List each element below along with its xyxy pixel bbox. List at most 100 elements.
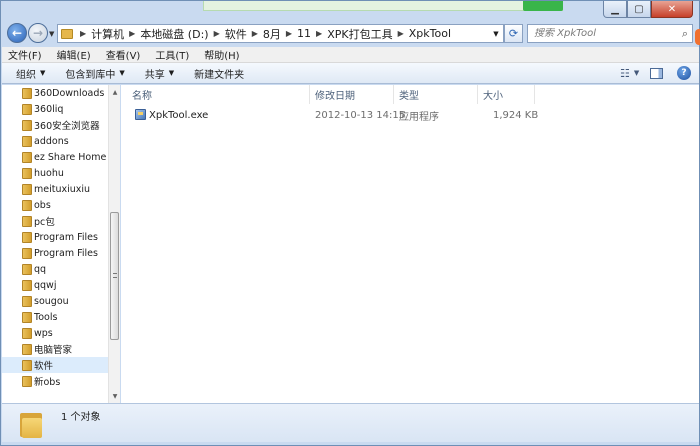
- maximize-button[interactable]: ▢: [627, 1, 651, 18]
- change-view-button[interactable]: ☷ ▼: [620, 66, 646, 80]
- tree-item[interactable]: sougou: [2, 293, 108, 309]
- search-input[interactable]: [534, 28, 674, 39]
- folder-icon: [22, 232, 32, 243]
- tree-item[interactable]: 360Downloads: [2, 85, 108, 101]
- folder-icon: [20, 410, 42, 438]
- chevron-right-icon[interactable]: ▶: [252, 29, 258, 38]
- menu-help[interactable]: 帮助(H): [204, 47, 239, 62]
- background-green-button: [523, 1, 563, 11]
- folder-icon: [22, 168, 32, 179]
- toolbar-right: ☷ ▼ ?: [620, 66, 691, 80]
- folder-icon: [22, 360, 32, 371]
- minimize-button[interactable]: ▁: [603, 1, 627, 18]
- tree-item[interactable]: meituxiuxiu: [2, 181, 108, 197]
- tree-item[interactable]: 新obs: [2, 373, 108, 389]
- tree-item[interactable]: pc包: [2, 213, 108, 229]
- nav-pane-scrollbar[interactable]: ▲ ▼: [108, 85, 120, 403]
- folder-icon: [22, 152, 32, 163]
- menu-file[interactable]: 文件(F): [8, 47, 42, 62]
- details-pane: 1 个对象: [2, 403, 699, 442]
- address-dropdown-icon[interactable]: ▼: [489, 25, 503, 42]
- tree-item-label: pc包: [34, 217, 55, 228]
- tree-item[interactable]: 软件: [2, 357, 108, 373]
- breadcrumb-software[interactable]: 软件: [225, 26, 247, 42]
- tree-item-label: 软件: [34, 361, 54, 372]
- tree-item[interactable]: obs: [2, 197, 108, 213]
- scroll-up-icon[interactable]: ▲: [109, 85, 120, 99]
- breadcrumb-drive-d[interactable]: 本地磁盘 (D:): [140, 26, 208, 42]
- menu-tools[interactable]: 工具(T): [155, 47, 189, 62]
- view-list-icon: ☷: [620, 66, 630, 80]
- refresh-button[interactable]: ⟳: [504, 24, 523, 43]
- folder-icon: [22, 264, 32, 275]
- new-folder-button[interactable]: 新建文件夹: [194, 66, 244, 81]
- forward-button[interactable]: →: [28, 23, 48, 43]
- scroll-down-icon[interactable]: ▼: [109, 389, 120, 403]
- scrollbar-thumb[interactable]: [110, 212, 119, 340]
- tree-item[interactable]: qqwj: [2, 277, 108, 293]
- tree-item-label: ez Share Home: [34, 151, 107, 163]
- file-name[interactable]: XpkTool.exe: [149, 107, 208, 124]
- table-row[interactable]: XpkTool.exe 2012-10-13 14:15 应用程序 1,924 …: [121, 107, 699, 124]
- tree-item[interactable]: 电脑管家: [2, 341, 108, 357]
- address-bar[interactable]: ▶ 计算机 ▶ 本地磁盘 (D:) ▶ 软件 ▶ 8月 ▶ 11 ▶ XPK打包…: [57, 24, 504, 43]
- tree-item-label: Tools: [34, 311, 58, 323]
- tree-item[interactable]: addons: [2, 133, 108, 149]
- folder-icon: [22, 184, 32, 195]
- chevron-right-icon[interactable]: ▶: [286, 29, 292, 38]
- tree-item-label: wps: [34, 327, 53, 339]
- tree-item[interactable]: huohu: [2, 165, 108, 181]
- navigation-row: ← → ▼ ▶ 计算机 ▶ 本地磁盘 (D:) ▶ 软件 ▶ 8月 ▶ 11 ▶…: [1, 21, 699, 45]
- include-in-library-button[interactable]: 包含到库中 ▼: [65, 66, 124, 81]
- include-library-label: 包含到库中: [65, 69, 116, 81]
- organize-button[interactable]: 组织 ▼: [16, 66, 45, 81]
- tree-item-label: 360安全浏览器: [34, 121, 100, 132]
- search-box[interactable]: ⌕: [527, 24, 693, 43]
- search-icon[interactable]: ⌕: [682, 27, 688, 41]
- recent-pages-dropdown-icon[interactable]: ▼: [49, 30, 54, 38]
- tree-item-label: meituxiuxiu: [34, 183, 91, 195]
- chevron-right-icon[interactable]: ▶: [129, 29, 135, 38]
- tree-item[interactable]: Program Files: [2, 229, 108, 245]
- column-header-size[interactable]: 大小: [478, 85, 535, 104]
- close-button[interactable]: ✕: [651, 1, 693, 18]
- preview-pane-icon[interactable]: [650, 67, 663, 79]
- back-button[interactable]: ←: [7, 23, 27, 43]
- chevron-right-icon[interactable]: ▶: [214, 29, 220, 38]
- breadcrumb-august[interactable]: 8月: [263, 26, 281, 42]
- tree-item[interactable]: Program Files: [2, 245, 108, 261]
- tree-item[interactable]: qq: [2, 261, 108, 277]
- tree-item[interactable]: 360liq: [2, 101, 108, 117]
- tree-item-label: 360liq: [34, 103, 64, 115]
- folder-icon: [22, 120, 32, 131]
- column-header-modified[interactable]: 修改日期: [310, 85, 394, 104]
- share-button[interactable]: 共享 ▼: [145, 66, 174, 81]
- chevron-down-icon: ▼: [633, 69, 640, 77]
- tree-item[interactable]: Tools: [2, 309, 108, 325]
- tree-item-label: huohu: [34, 167, 64, 179]
- menu-view[interactable]: 查看(V): [106, 47, 141, 62]
- tree-item-label: sougou: [34, 295, 69, 307]
- breadcrumb-xpk-tool[interactable]: XPK打包工具: [327, 26, 392, 42]
- chevron-right-icon[interactable]: ▶: [316, 29, 322, 38]
- breadcrumb-11[interactable]: 11: [297, 27, 311, 40]
- menu-edit[interactable]: 编辑(E): [57, 47, 91, 62]
- help-icon[interactable]: ?: [677, 66, 691, 80]
- file-modified: 2012-10-13 14:15: [315, 110, 406, 121]
- breadcrumb-computer[interactable]: 计算机: [91, 26, 124, 42]
- tree-item-label: 360Downloads: [34, 87, 105, 99]
- column-header-type[interactable]: 类型: [394, 85, 478, 104]
- chevron-right-icon[interactable]: ▶: [398, 29, 404, 38]
- arrow-left-icon: ←: [11, 26, 23, 40]
- tree-item[interactable]: ez Share Home: [2, 149, 108, 165]
- executable-icon: [135, 109, 146, 120]
- breadcrumb-xpktool[interactable]: XpkTool: [409, 27, 451, 40]
- organize-label: 组织: [16, 69, 36, 81]
- column-header-name[interactable]: 名称: [127, 85, 310, 104]
- tree-item-label: 电脑管家: [34, 345, 73, 356]
- chevron-right-icon[interactable]: ▶: [80, 29, 86, 38]
- tree-item[interactable]: wps: [2, 325, 108, 341]
- tree-item[interactable]: 360安全浏览器: [2, 117, 108, 133]
- item-count: 1 个对象: [61, 412, 101, 423]
- file-type: 应用程序: [399, 112, 439, 123]
